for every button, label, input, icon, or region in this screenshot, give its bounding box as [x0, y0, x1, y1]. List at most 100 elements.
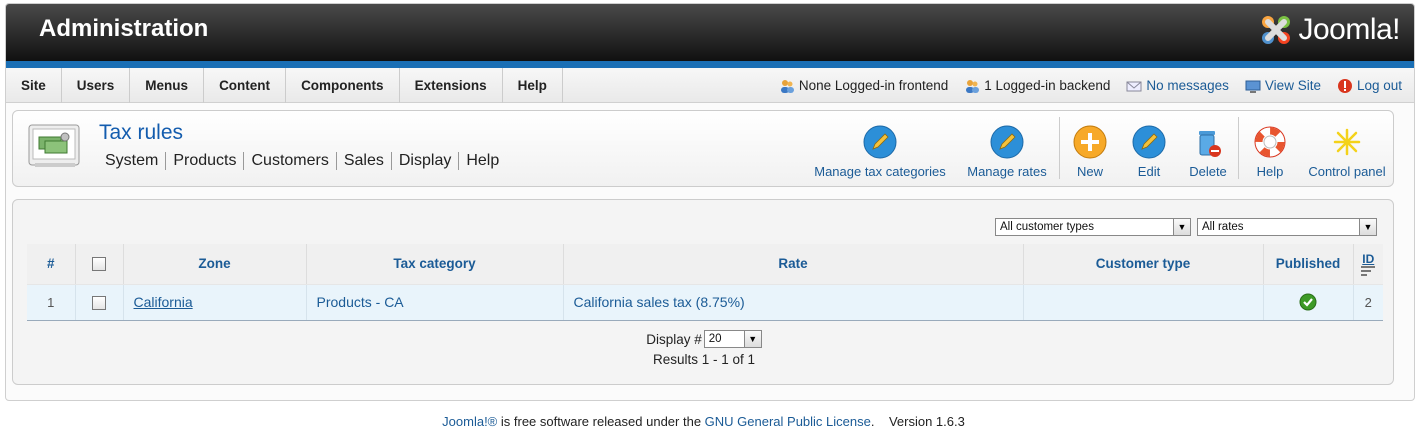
col-select-all: [75, 244, 124, 285]
help-label: Help: [1256, 164, 1284, 179]
display-count-select[interactable]: 20 ▼: [703, 330, 762, 348]
header-title: Administration: [39, 15, 209, 42]
toolbar-box: Tax rules System Products Customers Sale…: [12, 110, 1394, 187]
row-tax-category: Products - CA: [306, 283, 564, 321]
submenu-system[interactable]: System: [99, 152, 165, 170]
content-panel: All customer types ▼ All rates ▼ # Zone …: [12, 199, 1394, 385]
col-zone[interactable]: Zone: [123, 244, 307, 285]
col-tax-category[interactable]: Tax category: [306, 244, 564, 285]
control-panel-button[interactable]: Control panel: [1301, 111, 1393, 179]
row-num: 1: [27, 283, 76, 321]
col-rate[interactable]: Rate: [563, 244, 1024, 285]
menu-extensions[interactable]: Extensions: [400, 68, 503, 103]
page-title: Tax rules: [99, 121, 184, 144]
help-button[interactable]: Help: [1239, 111, 1301, 179]
footer-period: .: [870, 414, 875, 429]
menu-menus[interactable]: Menus: [130, 68, 205, 103]
zone-link[interactable]: California: [134, 294, 193, 310]
sparkle-icon: [1333, 128, 1361, 156]
row-select-cell: [75, 283, 124, 321]
delete-label: Delete: [1189, 164, 1227, 179]
menu-site[interactable]: Site: [6, 68, 62, 103]
accent-bar: [6, 61, 1414, 68]
menu-components[interactable]: Components: [286, 68, 400, 103]
pagination: Display # 20 ▼ Results 1 - 1 of 1: [13, 330, 1395, 367]
logout-icon: [1337, 78, 1352, 93]
sort-desc-icon: [1361, 265, 1376, 276]
pencil-icon: [863, 125, 897, 159]
joomla-logo: Joomla!: [1258, 12, 1400, 48]
row-rate: California sales tax (8.75%): [563, 283, 1024, 321]
header-bar: Administration Joomla!: [6, 4, 1414, 61]
row-id: 2: [1353, 283, 1383, 321]
submenu-display[interactable]: Display: [390, 152, 458, 170]
submenu-sales[interactable]: Sales: [335, 152, 391, 170]
select-all-checkbox[interactable]: [92, 257, 106, 272]
row-checkbox[interactable]: [92, 296, 106, 311]
col-published[interactable]: Published: [1263, 244, 1354, 285]
submenu-help[interactable]: Help: [458, 152, 506, 170]
customer-type-filter[interactable]: All customer types ▼: [995, 218, 1191, 236]
users-icon: [780, 79, 794, 93]
lifebuoy-icon: [1254, 126, 1286, 158]
manage-tax-categories-label: Manage tax categories: [814, 164, 946, 179]
pencil-icon: [1132, 125, 1166, 159]
backend-users-status: 1 Logged-in backend: [964, 78, 1110, 94]
col-customer-type[interactable]: Customer type: [1023, 244, 1264, 285]
view-site-link[interactable]: View Site: [1245, 78, 1321, 94]
chevron-down-icon: ▼: [1173, 219, 1190, 235]
row-customer-type: [1023, 283, 1264, 321]
col-id-label: ID: [1362, 251, 1375, 266]
menu-bar: Site Users Menus Content Components Exte…: [6, 68, 1414, 103]
submenu-customers[interactable]: Customers: [243, 152, 335, 170]
row-published-cell: [1263, 283, 1354, 321]
edit-button[interactable]: Edit: [1120, 111, 1178, 179]
rate-filter[interactable]: All rates ▼: [1197, 218, 1377, 236]
display-count-value: 20: [708, 333, 722, 345]
logout-link[interactable]: Log out: [1337, 78, 1402, 94]
version-text: Version 1.6.3: [888, 414, 965, 429]
table-row: 1 California Products - CA California sa…: [27, 283, 1383, 321]
new-button[interactable]: New: [1060, 111, 1120, 179]
monitor-icon: [1245, 80, 1261, 93]
new-label: New: [1076, 164, 1103, 179]
col-id[interactable]: ID: [1353, 244, 1383, 285]
chevron-down-icon: ▼: [1359, 219, 1376, 235]
status-area: None Logged-in frontend 1 Logged-in back…: [779, 68, 1402, 103]
license-link[interactable]: GNU General Public License: [705, 414, 871, 429]
rate-filter-value: All rates: [1202, 221, 1244, 233]
control-panel-label: Control panel: [1308, 164, 1386, 179]
footer-text: is free software released under the: [497, 414, 705, 429]
col-num: #: [27, 244, 76, 285]
filters: All customer types ▼ All rates ▼: [995, 218, 1377, 236]
submenu-products[interactable]: Products: [165, 152, 243, 170]
manage-tax-categories-button[interactable]: Manage tax categories: [805, 111, 955, 179]
trash-icon: [1199, 131, 1221, 157]
menu-help[interactable]: Help: [503, 68, 563, 103]
customer-type-filter-value: All customer types: [1000, 221, 1094, 233]
toolbar-buttons: Manage tax categories Manage rates New E…: [805, 111, 1393, 186]
messages-link[interactable]: No messages: [1126, 78, 1229, 94]
results-count: Results 1 - 1 of 1: [652, 352, 756, 367]
users-icon: [966, 79, 980, 93]
display-label: Display #: [646, 331, 702, 347]
joomla-link[interactable]: Joomla!®: [442, 414, 497, 429]
menu-users[interactable]: Users: [62, 68, 131, 103]
plus-icon: [1073, 125, 1107, 159]
mail-icon: [1126, 81, 1142, 91]
messages-text: No messages: [1146, 78, 1229, 93]
joomla-logo-text: Joomla!: [1298, 13, 1400, 46]
view-site-text: View Site: [1264, 78, 1321, 93]
menu-content[interactable]: Content: [204, 68, 287, 103]
frontend-users-text: None Logged-in frontend: [798, 78, 949, 93]
published-check-icon[interactable]: [1299, 293, 1317, 311]
chevron-down-icon: ▼: [743, 331, 761, 347]
joomla-logo-icon: [1262, 16, 1291, 44]
row-zone-cell: California: [123, 283, 307, 321]
delete-button[interactable]: Delete: [1178, 111, 1238, 179]
manage-rates-button[interactable]: Manage rates: [955, 111, 1059, 179]
footer: Joomla!® is free software released under…: [0, 414, 1407, 429]
tax-money-icon: [28, 124, 80, 167]
manage-rates-label: Manage rates: [967, 164, 1047, 179]
submenu: System Products Customers Sales Display …: [99, 152, 506, 170]
